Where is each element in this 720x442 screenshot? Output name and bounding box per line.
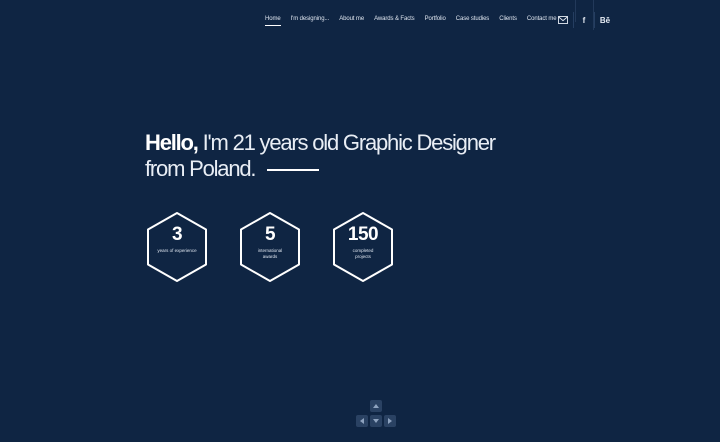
hexagon-icon — [333, 212, 393, 282]
arrow-right-icon — [388, 418, 392, 424]
nav-item-home[interactable]: Home — [265, 16, 281, 26]
mail-icon[interactable] — [553, 12, 573, 28]
main-nav: Home I'm designing... About me Awards & … — [265, 16, 557, 26]
arrow-keys — [355, 400, 397, 434]
page: Home I'm designing... About me Awards & … — [0, 0, 720, 442]
stat-label: years of experience — [157, 248, 197, 253]
stat-value: 5 — [264, 224, 276, 245]
arrow-right-key[interactable] — [384, 415, 396, 427]
hexagon-icon — [240, 212, 300, 282]
nav-item-clients[interactable]: Clients — [499, 16, 517, 26]
nav-item-portfolio[interactable]: Portfolio — [425, 16, 446, 26]
facebook-icon[interactable]: f — [574, 12, 594, 28]
stat-experience: 3 years of experience — [144, 211, 210, 283]
social-links: f Bē — [553, 12, 615, 28]
arrow-left-key[interactable] — [356, 415, 368, 427]
hero-underline — [267, 169, 320, 171]
arrow-left-icon — [360, 418, 364, 424]
stat-value: 3 — [171, 224, 183, 245]
nav-item-about[interactable]: About me — [339, 16, 364, 26]
hexagon-icon — [147, 212, 207, 282]
hero-greeting: Hello, — [145, 130, 199, 155]
stats-row: 3 years of experience 5 international aw… — [144, 211, 404, 283]
stat-projects: 150 completed projects — [330, 211, 396, 283]
nav-item-awards[interactable]: Awards & Facts — [374, 16, 415, 26]
behance-icon[interactable]: Bē — [595, 12, 615, 28]
stat-label: completed projects — [352, 248, 374, 259]
nav-item-case-studies[interactable]: Case studies — [456, 16, 490, 26]
stat-value: 150 — [347, 224, 379, 245]
hero-heading: Hello, I'm 21 years old Graphic Designer… — [145, 130, 497, 182]
arrow-up-icon — [373, 404, 379, 408]
arrow-down-icon — [373, 419, 379, 423]
arrow-up-key[interactable] — [370, 400, 382, 412]
stat-awards: 5 international awards — [237, 211, 303, 283]
stat-label: international awards — [257, 248, 283, 259]
hero-line2: from Poland. — [145, 156, 257, 181]
nav-item-designing[interactable]: I'm designing... — [291, 16, 330, 26]
hero-line1: I'm 21 years old Graphic Designer — [197, 130, 497, 155]
arrow-down-key[interactable] — [370, 415, 382, 427]
